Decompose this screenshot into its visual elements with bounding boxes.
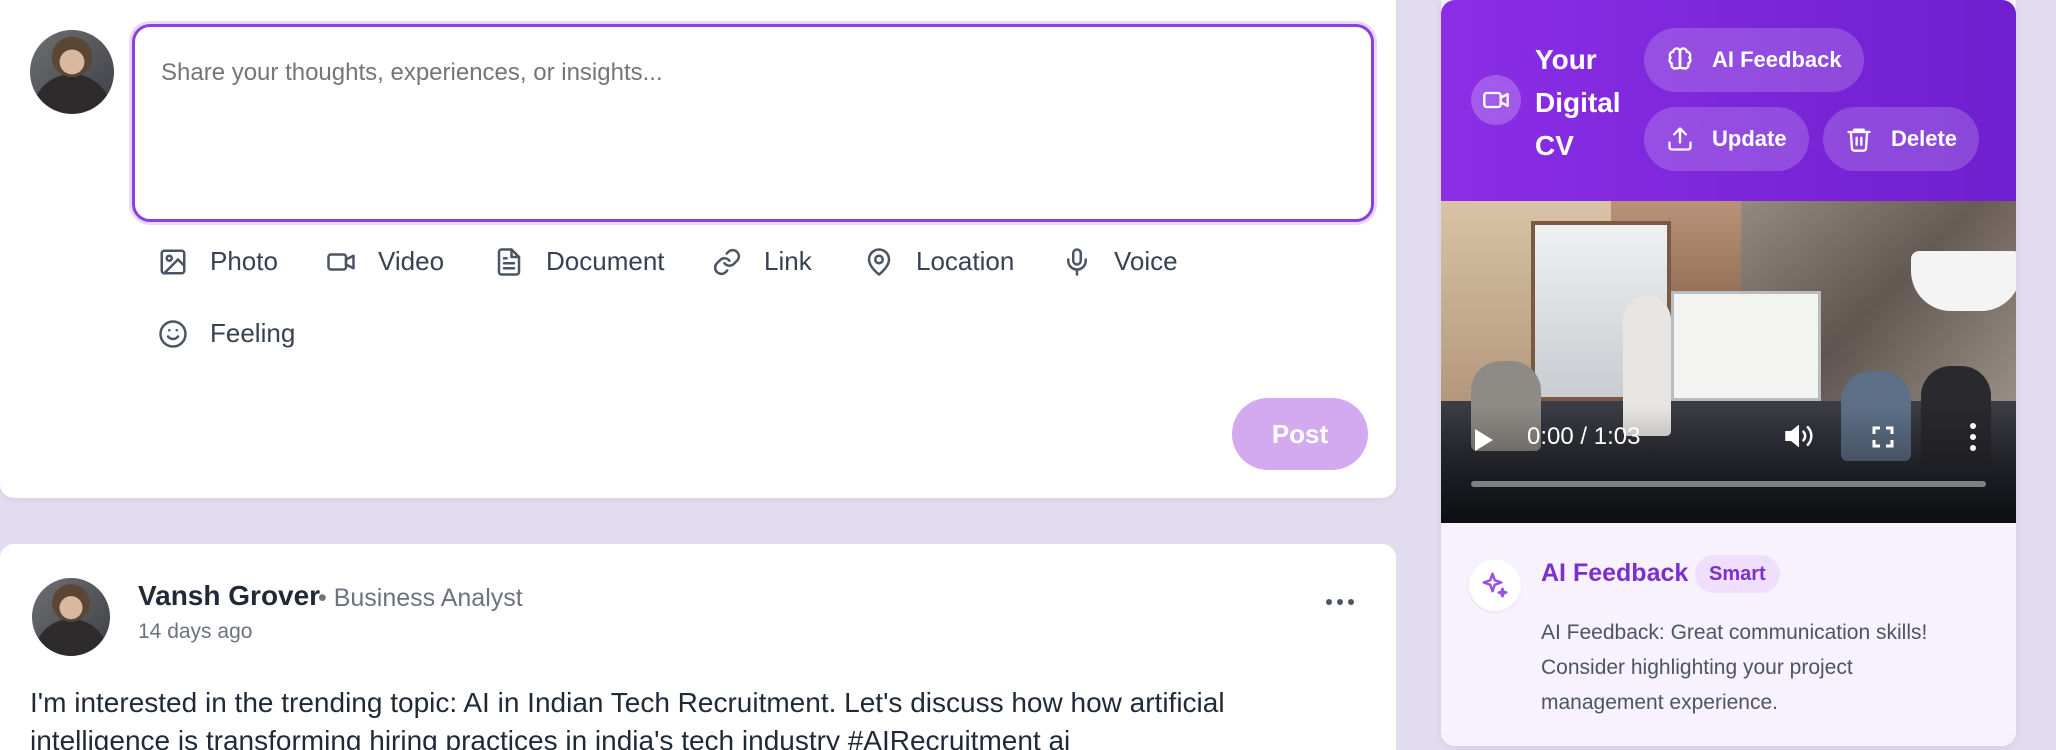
link-label: Link (764, 246, 812, 276)
feed-post: Vansh Grover • Business Analyst 14 days … (0, 544, 1396, 750)
fullscreen-icon[interactable] (1871, 425, 1895, 449)
more-dot-icon (1326, 599, 1332, 605)
voice-button[interactable]: Voice (1062, 246, 1178, 277)
mic-icon (1067, 247, 1087, 276)
voice-label: Voice (1114, 246, 1178, 276)
map-pin-icon (867, 247, 891, 276)
video-menu-dot-icon (1970, 423, 1976, 429)
document-icon (497, 247, 521, 276)
video-label: Video (378, 246, 445, 276)
brain-icon (1668, 47, 1692, 70)
video-progress-bar[interactable] (1471, 481, 1986, 487)
composer-avatar[interactable] (28, 28, 116, 116)
video-menu-icon[interactable] (1969, 423, 1977, 451)
delete-button[interactable]: Delete (1823, 107, 1980, 171)
author-role: • Business Analyst (318, 584, 523, 612)
post-timestamp: 14 days ago (138, 620, 253, 643)
video-menu-dot-icon (1970, 445, 1976, 451)
photo-button[interactable]: Photo (158, 246, 278, 277)
author-avatar[interactable] (30, 576, 112, 658)
smart-badge: Smart (1695, 555, 1780, 593)
video-frame-whiteboard (1671, 291, 1821, 401)
video-time: 0:00 / 1:03 (1527, 423, 1641, 450)
video-icon (327, 252, 355, 271)
post-button[interactable]: Post (1232, 398, 1368, 470)
play-icon[interactable] (1475, 429, 1493, 451)
update-label: Update (1712, 126, 1787, 151)
more-dot-icon (1337, 599, 1343, 605)
link-icon (713, 248, 741, 275)
document-button[interactable]: Document (494, 246, 665, 277)
camera-icon (1471, 75, 1521, 125)
smile-icon (159, 319, 187, 348)
location-label: Location (916, 246, 1015, 276)
ai-feedback-button[interactable]: AI Feedback (1644, 28, 1864, 92)
author-name[interactable]: Vansh Grover (138, 580, 320, 612)
ai-feedback-label: AI Feedback (1712, 47, 1842, 72)
ai-feedback-text: AI Feedback: Great communication skills!… (1541, 621, 1928, 714)
more-dot-icon (1348, 599, 1354, 605)
video-button[interactable]: Video (326, 246, 444, 277)
image-icon (160, 249, 186, 274)
document-label: Document (546, 246, 665, 276)
video-menu-dot-icon (1970, 434, 1976, 440)
location-button[interactable]: Location (864, 246, 1014, 277)
cv-video-player[interactable]: 0:00 / 1:03 (1441, 201, 2016, 523)
digital-cv-panel: Your Digital CV AI Feedback Update Delet… (1441, 0, 2016, 746)
video-frame-lamp (1911, 251, 2016, 311)
more-options-button[interactable] (1322, 592, 1358, 612)
post-body: I'm interested in the trending topic: AI… (30, 687, 1225, 750)
volume-icon[interactable] (1783, 421, 1815, 451)
sparkles-icon (1469, 559, 1521, 611)
ai-feedback-section: AI Feedback Smart AI Feedback: Great com… (1441, 523, 2016, 746)
post-input[interactable] (132, 24, 1374, 222)
feeling-button[interactable]: Feeling (158, 318, 295, 349)
feeling-label: Feeling (210, 318, 296, 348)
upload-icon (1668, 127, 1692, 151)
update-button[interactable]: Update (1644, 107, 1809, 171)
cv-header: Your Digital CV AI Feedback Update Delet… (1441, 0, 2016, 201)
delete-label: Delete (1891, 126, 1958, 151)
link-button[interactable]: Link (712, 246, 812, 277)
post-composer: Photo Video Document Link Location Voice… (0, 0, 1396, 498)
ai-feedback-title: AI Feedback (1541, 559, 1689, 587)
trash-icon (1847, 128, 1871, 152)
photo-label: Photo (210, 246, 278, 276)
cv-title: Your Digital CV (1535, 44, 1621, 161)
